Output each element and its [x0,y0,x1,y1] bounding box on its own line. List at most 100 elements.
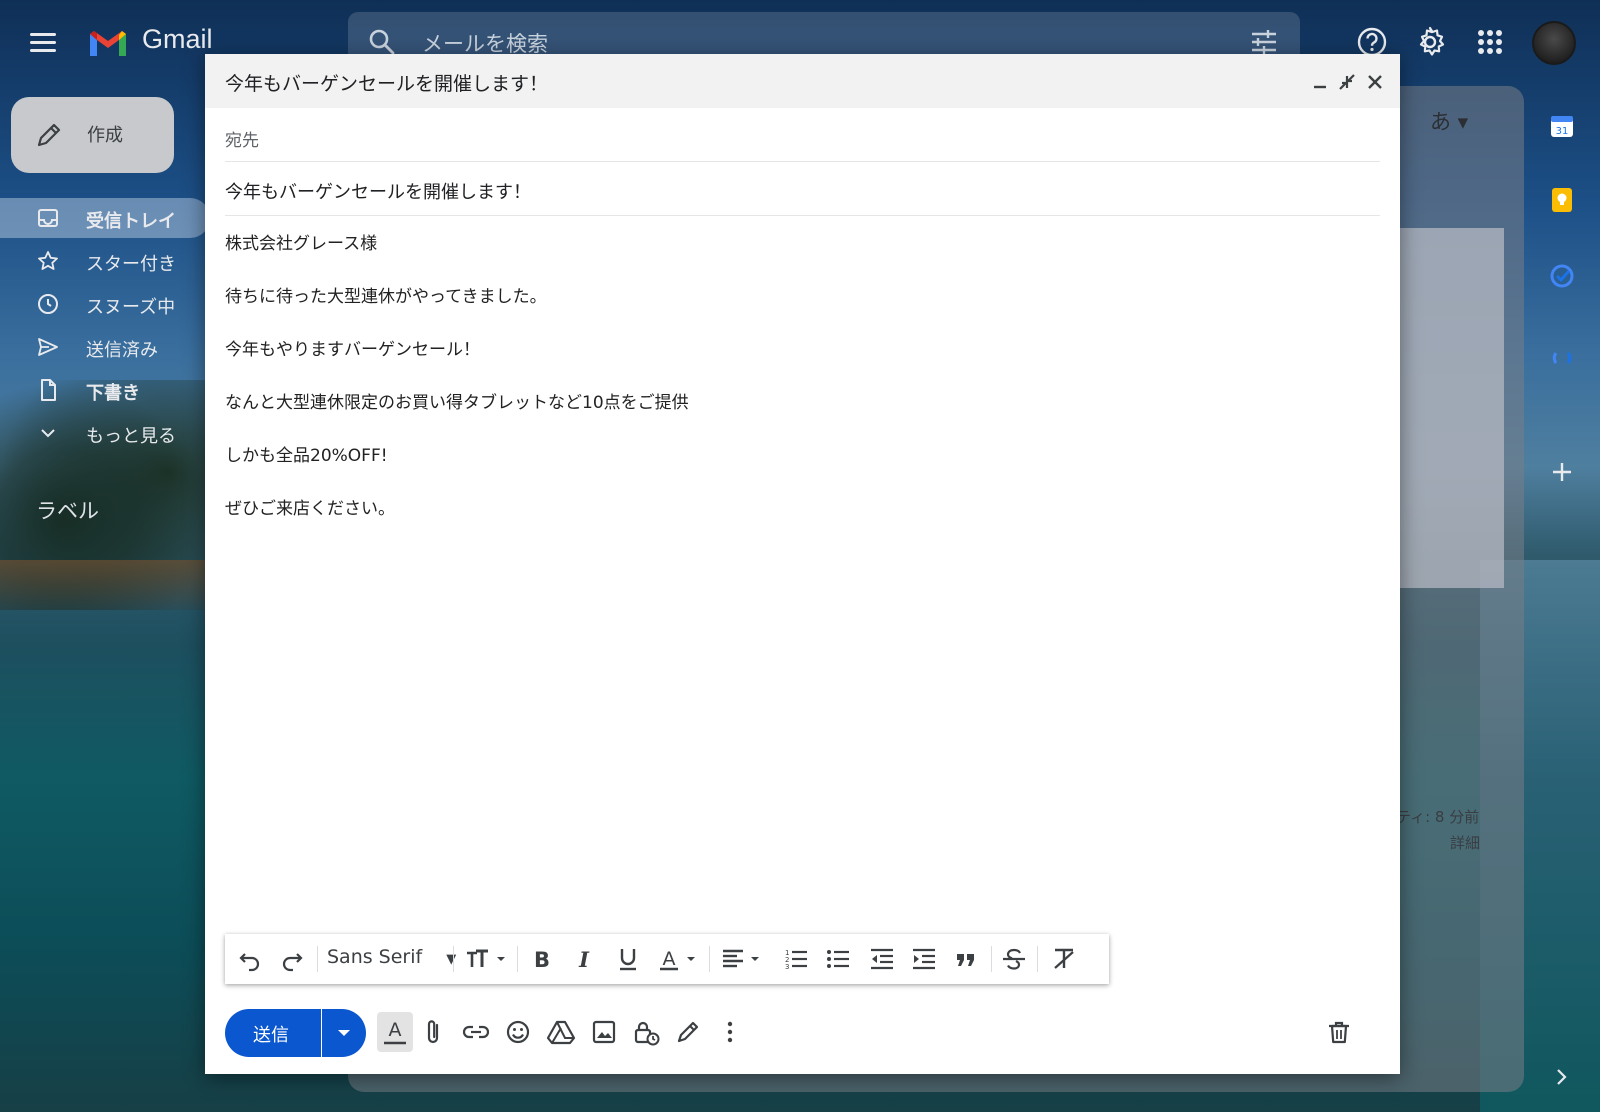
remove-formatting-icon[interactable] [1051,946,1077,972]
indent-more-icon[interactable] [911,946,937,972]
numbered-list-icon[interactable]: 123 [783,946,809,972]
sidebar-item-label: 送信済み [86,340,158,361]
compose-window: 今年もバーゲンセールを開催します！ 宛先 今年もバーゲンセールを開催します！ 株… [205,54,1400,1074]
body-line: なんと大型連休限定のお買い得タブレットなど10点をご提供 [225,393,689,413]
contacts-icon[interactable] [1548,344,1576,372]
body-line: しかも全品20%OFF! [225,446,388,466]
sidebar-item-label: もっと見る [86,426,176,447]
recipients-label: 宛先 [225,131,259,151]
italic-icon[interactable]: I [571,946,597,972]
formatting-toolbar: Sans Serif ▼ B I A 123 [225,934,1109,984]
clock-icon [36,292,60,316]
account-activity-text: ティ: 8 分前 [1396,808,1480,826]
sidebar-item-more[interactable]: もっと見る [0,413,210,453]
labels-heading: ラベル [36,499,99,523]
input-tools-button[interactable]: あ ▾ [1430,106,1468,136]
text-color-icon[interactable]: A [657,946,701,972]
keep-icon[interactable] [1548,186,1576,214]
sidebar-item-label: スヌーズ中 [86,297,176,318]
send-icon [36,335,60,359]
undo-icon[interactable] [237,946,263,972]
add-addon-icon[interactable] [1548,458,1576,486]
sidebar-item-inbox[interactable]: 受信トレイ [0,198,210,238]
exit-fullscreen-icon[interactable] [1337,72,1357,92]
insert-photo-icon[interactable] [589,1017,619,1047]
subject-value: 今年もバーゲンセールを開催します！ [225,182,531,203]
settings-icon[interactable] [1414,26,1446,58]
sidebar-item-label: スター付き [86,254,176,275]
svg-text:I: I [578,947,590,972]
sidebar-item-drafts[interactable]: 下書き [0,370,210,410]
minimize-icon[interactable] [1310,72,1330,92]
compose-button[interactable]: 作成 [11,97,174,173]
emoji-icon[interactable] [503,1017,533,1047]
align-icon[interactable] [721,946,765,972]
toolbar-divider [991,946,992,972]
send-button[interactable]: 送信 [225,1009,321,1057]
toolbar-divider [453,946,454,972]
sidebar-item-label: 受信トレイ [86,211,176,232]
pencil-icon [35,121,63,149]
menu-icon[interactable] [30,28,66,58]
link-icon[interactable] [461,1017,491,1047]
chevron-right-icon[interactable] [1552,1066,1570,1088]
font-size-icon[interactable] [465,946,509,972]
message-body[interactable]: 株式会社グレース様 待ちに待った大型連休がやってきました。 今年もやりますバーゲ… [225,229,1380,547]
close-icon[interactable] [1365,72,1385,92]
toolbar-divider [1037,946,1038,972]
body-line: 株式会社グレース様 [225,234,378,254]
compose-window-title: 今年もバーゲンセールを開催します！ [225,73,549,95]
svg-text:3: 3 [785,963,789,971]
inbox-icon [36,206,60,230]
body-line: 今年もやりますバーゲンセール！ [225,340,480,360]
search-options-icon[interactable] [1250,30,1278,54]
sidebar-item-label: 下書き [86,383,140,404]
search-icon[interactable] [368,28,396,56]
svg-text:A: A [663,948,676,970]
confidential-mode-icon[interactable] [631,1017,661,1047]
font-select-value: Sans Serif [327,946,423,968]
details-link[interactable]: 詳細 [1450,832,1480,853]
body-line: 待ちに待った大型連休がやってきました。 [225,287,547,307]
indent-less-icon[interactable] [869,946,895,972]
underline-icon[interactable] [615,946,641,972]
account-avatar[interactable] [1532,21,1576,65]
compose-header[interactable]: 今年もバーゲンセールを開催します！ [205,54,1400,108]
font-select[interactable]: Sans Serif ▼ [327,946,456,968]
svg-text:31: 31 [1556,126,1569,137]
subject-field[interactable]: 今年もバーゲンセールを開催します！ [225,162,1380,216]
body-line: ぜひご来店ください。 [225,499,395,519]
signature-icon[interactable] [673,1017,703,1047]
formatting-options-icon[interactable]: A [377,1012,413,1052]
google-drive-icon[interactable] [546,1017,576,1047]
bold-icon[interactable]: B [529,946,555,972]
gmail-logo-text: Gmail [142,24,213,54]
toolbar-divider [317,946,318,972]
toolbar-divider [517,946,518,972]
recipients-field[interactable]: 宛先 [225,110,1380,162]
toolbar-divider [709,946,710,972]
quote-icon[interactable] [953,946,979,972]
bulleted-list-icon[interactable] [825,946,851,972]
svg-text:B: B [534,948,550,972]
sidebar-item-sent[interactable]: 送信済み [0,327,210,367]
send-label: 送信 [253,1025,289,1046]
trash-icon[interactable] [1325,1018,1353,1046]
gmail-logo-icon[interactable] [88,28,128,58]
more-options-icon[interactable] [715,1017,745,1047]
star-icon [36,249,60,273]
attach-icon[interactable] [419,1017,449,1047]
apps-icon[interactable] [1474,26,1506,58]
svg-text:A: A [389,1019,402,1041]
send-options-button[interactable] [322,1009,366,1057]
strikethrough-icon[interactable] [1001,946,1027,972]
background-shore [0,560,210,610]
calendar-icon[interactable]: 31 [1548,112,1576,140]
draft-icon [36,378,60,402]
sidebar-item-snoozed[interactable]: スヌーズ中 [0,284,210,324]
tasks-icon[interactable] [1548,262,1576,290]
compose-label: 作成 [87,125,123,146]
chevron-down-icon [36,421,60,445]
redo-icon[interactable] [279,946,305,972]
sidebar-item-starred[interactable]: スター付き [0,241,210,281]
